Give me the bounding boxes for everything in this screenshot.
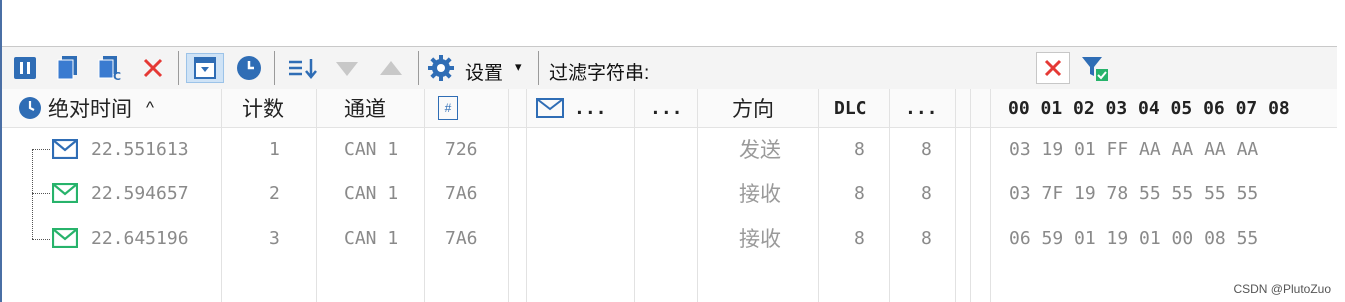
clock-icon [19, 97, 41, 119]
watermark: CSDN @PlutoZuo [1233, 282, 1331, 296]
mail-receive-icon [52, 228, 78, 248]
cell-dlc: 8 [854, 138, 865, 160]
cell-length: 8 [921, 138, 932, 160]
header-data-bytes[interactable]: 00 01 02 03 04 05 06 07 08 [1008, 89, 1290, 127]
gear-icon [428, 55, 454, 81]
cell-direction: 发送 [739, 138, 781, 162]
header-dlc[interactable]: DLC [834, 89, 867, 127]
chevron-down-icon[interactable]: ▾ [515, 59, 522, 75]
clear-filter-button[interactable] [1036, 52, 1070, 84]
header-col9[interactable]: ... [905, 89, 938, 127]
cell-id: 7A6 [445, 227, 478, 249]
cell-direction: 接收 [739, 182, 781, 206]
cell-direction: 接收 [739, 227, 781, 251]
header-message-ellipsis: ... [574, 97, 607, 119]
cell-channel: CAN 1 [344, 182, 399, 204]
cell-data: 03 19 01 FF AA AA AA AA [1009, 138, 1259, 160]
cell-channel: CAN 1 [344, 227, 399, 249]
previous-button[interactable] [376, 53, 406, 83]
top-band [2, 0, 1345, 46]
cell-data: 03 7F 19 78 55 55 55 55 [1009, 182, 1259, 204]
header-col6[interactable]: ... [650, 89, 683, 127]
cell-count: 3 [269, 227, 280, 249]
mail-receive-icon [52, 183, 78, 203]
arrow-up-icon [380, 61, 402, 75]
row-direction-icon [52, 171, 78, 215]
table-row[interactable]: 22.594657 2 CAN 1 7A6 接收 8 8 03 7F 19 78… [2, 171, 1337, 215]
cell-time: 22.645196 [91, 227, 189, 249]
cell-time: 22.594657 [91, 182, 189, 204]
copy-c-icon: C [98, 56, 121, 81]
toolbar-separator [538, 51, 539, 85]
cell-data: 06 59 01 19 01 00 08 55 [1009, 227, 1259, 249]
header-direction[interactable]: 方向 [732, 89, 774, 127]
mail-send-icon [52, 139, 78, 159]
pause-icon [14, 57, 36, 79]
clear-x-icon [1044, 59, 1062, 77]
clock-icon [237, 56, 261, 80]
next-button[interactable] [332, 53, 362, 83]
sort-icon [289, 59, 317, 79]
delete-icon [143, 58, 163, 78]
filter-input[interactable] [670, 53, 1034, 85]
svg-text:C: C [113, 70, 121, 81]
cell-dlc: 8 [854, 182, 865, 204]
auto-scroll-button[interactable] [186, 53, 224, 83]
sort-button[interactable] [285, 53, 321, 83]
copy-special-button[interactable]: C [95, 53, 125, 83]
header-count[interactable]: 计数 [242, 89, 284, 127]
pause-button[interactable] [10, 53, 40, 83]
auto-scroll-icon [194, 57, 216, 79]
header-time-label: 绝对时间 [48, 98, 132, 121]
header-message[interactable]: ... [536, 89, 607, 127]
row-direction-icon [52, 216, 78, 260]
arrow-down-icon [336, 62, 358, 76]
time-format-button[interactable] [234, 53, 264, 83]
header-channel[interactable]: 通道 [344, 89, 386, 127]
sort-ascending-icon[interactable]: ^ [146, 98, 154, 118]
cell-count: 2 [269, 182, 280, 204]
table-row[interactable]: 22.645196 3 CAN 1 7A6 接收 8 8 06 59 01 19… [2, 216, 1337, 260]
funnel-check-icon [1082, 57, 1108, 81]
cell-id: 726 [445, 138, 478, 160]
id-hash-icon: # [438, 96, 458, 120]
cell-id: 7A6 [445, 182, 478, 204]
header-id[interactable]: # [438, 89, 458, 127]
cell-length: 8 [921, 227, 932, 249]
copy-button[interactable] [52, 53, 82, 83]
cell-count: 1 [269, 138, 280, 160]
delete-button[interactable] [138, 53, 168, 83]
toolbar-separator [178, 51, 179, 85]
header-time[interactable]: 绝对时间 ^ [18, 89, 154, 127]
cell-time: 22.551613 [91, 138, 189, 160]
row-direction-icon [52, 127, 78, 171]
toolbar: C 设置 ▾ 过滤字符串: [2, 46, 1337, 90]
copy-icon [57, 56, 77, 80]
table-row[interactable]: 22.551613 1 CAN 1 726 发送 8 8 03 19 01 FF… [2, 127, 1337, 171]
toolbar-separator [274, 51, 275, 85]
cell-dlc: 8 [854, 227, 865, 249]
cell-length: 8 [921, 182, 932, 204]
cell-channel: CAN 1 [344, 138, 399, 160]
column-header: 绝对时间 ^ 计数 通道 # ... ... 方向 DLC ... 00 01 … [2, 89, 1337, 128]
toolbar-separator [418, 51, 419, 85]
settings-menu-label[interactable]: 设置 [465, 58, 503, 85]
apply-filter-button[interactable] [1080, 53, 1110, 83]
mail-icon [536, 98, 564, 118]
settings-gear-button[interactable] [426, 53, 456, 83]
filter-label: 过滤字符串: [549, 63, 650, 84]
